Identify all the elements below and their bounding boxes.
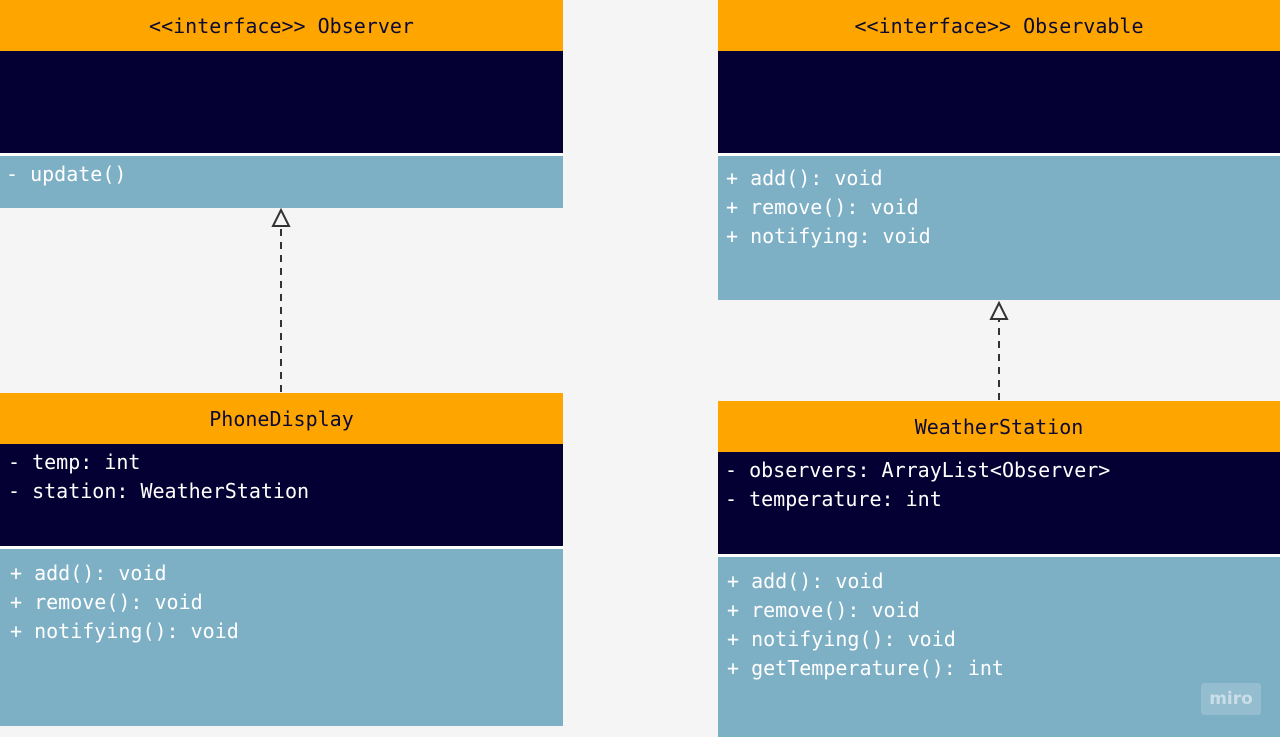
realization-arrow-phonedisplay-observer[interactable]	[271, 207, 291, 392]
miro-logo: miro	[1201, 683, 1261, 715]
relations-layer	[271, 207, 1009, 400]
realization-arrow-weatherstation-observable[interactable]	[989, 300, 1009, 400]
